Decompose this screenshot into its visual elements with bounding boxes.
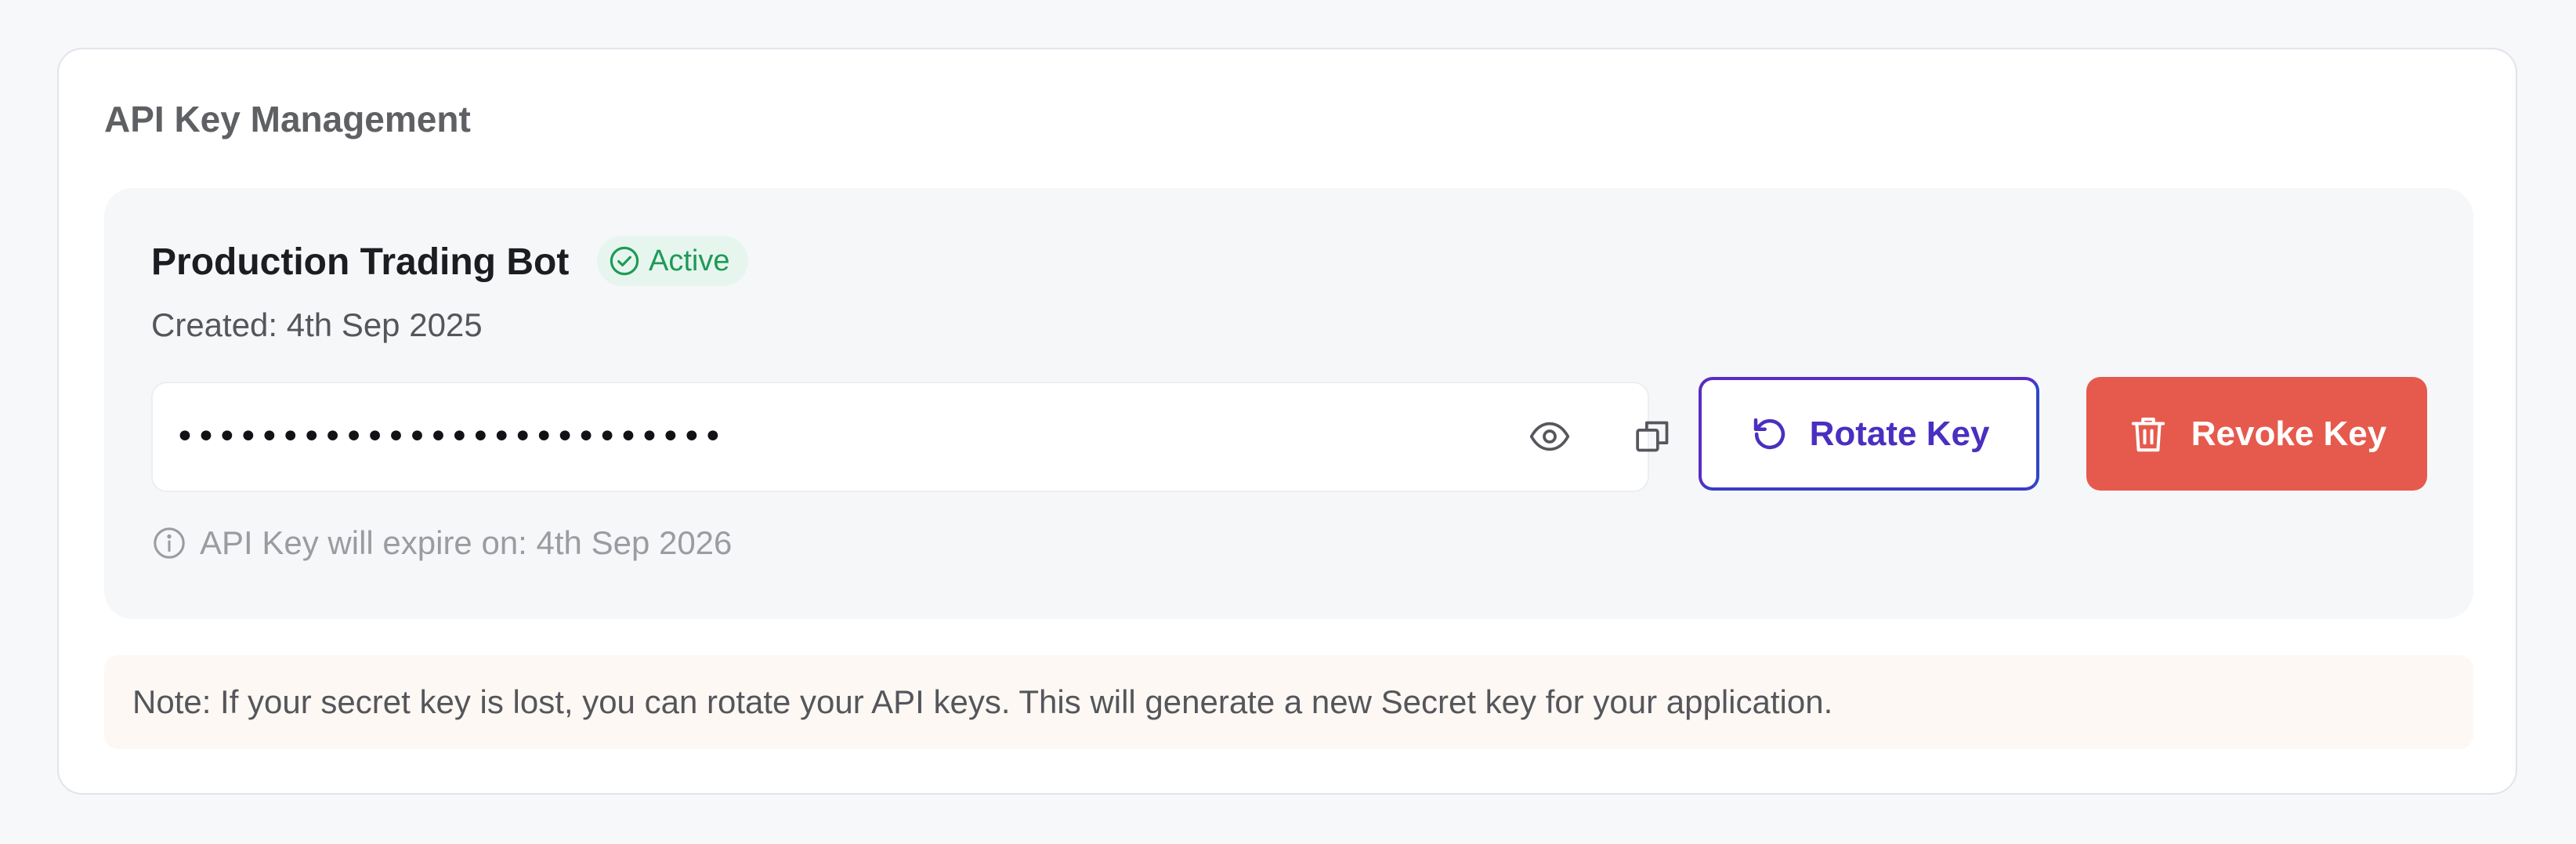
- expiry-text: API Key will expire on: 4th Sep 2026: [200, 524, 733, 561]
- copy-icon: [1636, 421, 1669, 452]
- api-key-management-card: API Key Management Production Trading Bo…: [57, 48, 2517, 795]
- rotate-icon: [1753, 418, 1785, 449]
- eye-icon: [1529, 422, 1570, 451]
- rotate-key-button[interactable]: Rotate Key: [1699, 377, 2039, 491]
- trash-icon: [2131, 417, 2165, 451]
- expiry-info: API Key will expire on: 4th Sep 2026: [151, 524, 732, 562]
- reveal-key-button[interactable]: [1521, 408, 1578, 465]
- api-key-masked-value: ••••••••••••••••••••••••••: [175, 417, 724, 457]
- note-banner: Note: If your secret key is lost, you ca…: [104, 655, 2473, 749]
- status-label: Active: [649, 244, 730, 277]
- card-title: API Key Management: [104, 99, 471, 139]
- created-date: Created: 4th Sep 2025: [151, 306, 483, 343]
- key-name: Production Trading Bot: [151, 241, 570, 283]
- note-text: Note: If your secret key is lost, you ca…: [132, 683, 1833, 720]
- status-badge: Active: [597, 236, 749, 286]
- revoke-key-label: Revoke Key: [2191, 414, 2387, 453]
- copy-key-button[interactable]: [1625, 408, 1681, 465]
- check-circle-icon: [610, 246, 639, 276]
- api-key-field: ••••••••••••••••••••••••••: [151, 382, 1669, 492]
- revoke-key-button[interactable]: Revoke Key: [2086, 377, 2427, 491]
- info-icon: [154, 527, 185, 559]
- rotate-key-label: Rotate Key: [1809, 414, 1990, 453]
- api-key-panel: Production Trading Bot Active Created: 4…: [104, 188, 2473, 619]
